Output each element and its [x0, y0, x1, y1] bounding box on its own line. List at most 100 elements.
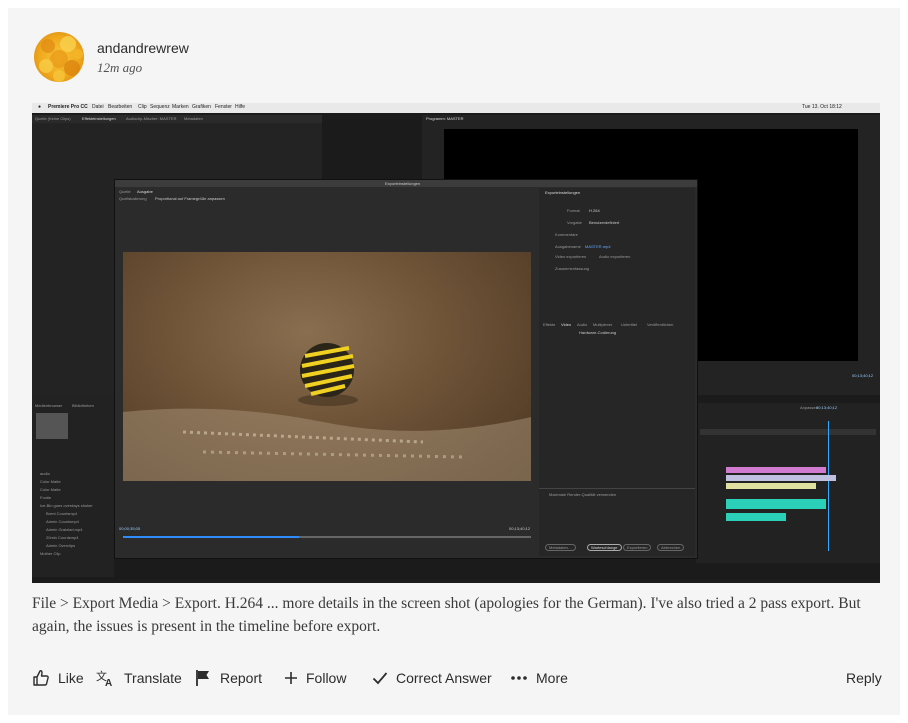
- export-button[interactable]: Exportieren: [623, 544, 652, 551]
- report-label: Report: [220, 670, 263, 686]
- max-quality-checkbox[interactable]: Maximale Render-Qualität verwenden: [549, 492, 616, 497]
- preset-select[interactable]: Benutzerdefiniert: [589, 220, 619, 225]
- dialog-tab-output[interactable]: Ausgabe: [137, 189, 153, 194]
- export-video-checkbox[interactable]: Video exportieren: [555, 254, 586, 259]
- timeline-clip[interactable]: [726, 467, 826, 473]
- more-button[interactable]: More: [510, 666, 568, 690]
- queue-button[interactable]: Warteschlange: [587, 544, 622, 551]
- reply-label: Reply: [846, 670, 882, 686]
- dialog-title: Exporteinstellungen: [385, 181, 421, 186]
- bin-item[interactable]: Color Matte: [40, 487, 61, 492]
- flag-icon: [196, 670, 209, 686]
- translate-button[interactable]: 文 A Translate: [96, 666, 182, 690]
- panel-tab: Metadaten: [184, 116, 203, 121]
- reply-button[interactable]: Reply: [846, 666, 882, 690]
- like-label: Like: [58, 670, 84, 686]
- panel-tab: Effekteinstellungen: [82, 116, 116, 121]
- menubar-item: Grafiken: [192, 104, 211, 110]
- timeline-playhead[interactable]: [828, 421, 829, 551]
- timeline-ruler: [700, 429, 876, 435]
- metadata-button[interactable]: Metadaten…: [545, 544, 576, 551]
- settings-header: Exporteinstellungen: [545, 190, 581, 195]
- video-preview: [123, 252, 531, 481]
- translate-icon: 文 A: [96, 669, 112, 687]
- timeline-audio-clip[interactable]: [726, 513, 786, 521]
- panel-tab: Audioclip-Mischer: MASTER: [126, 116, 177, 121]
- like-button[interactable]: Like: [32, 666, 84, 690]
- export-end-timecode: 00;13;40;12: [509, 526, 531, 531]
- menubar-item: Datei: [92, 104, 104, 110]
- menubar-item: Clip: [138, 104, 147, 110]
- timeline-fit-label: Anpassen: [800, 405, 818, 410]
- encoding-select[interactable]: Hardware-Codierung: [579, 330, 616, 335]
- timeline-audio-clip[interactable]: [726, 499, 826, 509]
- bin-item[interactable]: Admin Countsmp4: [46, 519, 79, 524]
- timeline-clip[interactable]: [726, 475, 836, 481]
- dialog-titlebar: Exporteinstellungen: [115, 180, 697, 187]
- settings-tab[interactable]: Effekte: [543, 322, 555, 327]
- settings-tab[interactable]: Untertitel: [621, 322, 637, 327]
- bin-item[interactable]: Admin Gratzlad.mp4: [46, 527, 82, 532]
- post-timestamp: 12m ago: [97, 60, 143, 75]
- more-label: More: [536, 670, 568, 686]
- menubar-item: Bearbeiten: [108, 104, 133, 110]
- svg-text:A: A: [105, 678, 112, 687]
- avatar-pattern: [39, 36, 83, 82]
- settings-tab[interactable]: Video: [561, 322, 571, 327]
- action-bar: Like 文 A Translate Report Follow Correct…: [32, 666, 882, 690]
- panel-tab-bar: [32, 115, 322, 123]
- follow-label: Follow: [306, 670, 347, 686]
- export-settings-panel: Exporteinstellungen Format H.264 Vorgabe…: [539, 188, 695, 556]
- cancel-button[interactable]: Abbrechen: [657, 544, 685, 551]
- menubar-item: Fenster: [215, 104, 232, 110]
- report-button[interactable]: Report: [194, 666, 262, 690]
- format-select[interactable]: H.264: [589, 208, 600, 213]
- export-start-timecode: 00;00;35;05: [119, 526, 141, 531]
- timeline-clip[interactable]: [726, 483, 816, 489]
- bin-item[interactable]: Footie: [40, 495, 51, 500]
- avatar[interactable]: [34, 32, 84, 82]
- export-range-bar[interactable]: [123, 536, 299, 538]
- export-audio-checkbox[interactable]: Audio exportieren: [599, 254, 630, 259]
- settings-divider: [539, 488, 695, 489]
- libraries-tab: Bibliotheken: [72, 403, 94, 408]
- bin-item[interactable]: Brent Countsmp4: [46, 511, 77, 516]
- output-name-link[interactable]: MASTER.mp4: [585, 244, 611, 249]
- dialog-tab-source[interactable]: Quelle: [119, 189, 131, 194]
- source-scaling-select[interactable]: Proportional auf Framegröße anpassen: [155, 196, 225, 201]
- mac-menubar: ● Premiere Pro CC Datei Bearbeiten Clip …: [32, 103, 880, 113]
- checkmark-icon: [372, 672, 388, 685]
- menubar-item: Marken: [172, 104, 189, 110]
- follow-button[interactable]: Follow: [284, 666, 346, 690]
- settings-tab[interactable]: Audio: [577, 322, 587, 327]
- video-frame-image: [123, 343, 531, 481]
- bin-item[interactable]: 20min Countsmp4: [46, 535, 78, 540]
- apple-icon: ●: [38, 104, 42, 110]
- bin-item[interactable]: Admin Overclips: [46, 543, 75, 548]
- bin-item[interactable]: Ice-Bin goes overdays shoker: [40, 503, 93, 508]
- settings-tab[interactable]: Multiplexer: [593, 322, 612, 327]
- menubar-item: Hilfe: [235, 104, 246, 110]
- preset-label: Vorgabe: [567, 220, 582, 225]
- settings-tab[interactable]: Veröffentlichen: [647, 322, 673, 327]
- bin-item[interactable]: Mother Clip: [40, 551, 60, 556]
- bin-item[interactable]: Color Matte: [40, 479, 61, 484]
- correct-answer-button[interactable]: Correct Answer: [372, 666, 492, 690]
- comments-label: Kommentare: [555, 232, 578, 237]
- summary-label: Zusammenfassung: [555, 266, 590, 271]
- export-range-track[interactable]: [299, 536, 531, 538]
- username[interactable]: andandrewrew: [97, 40, 189, 56]
- format-label: Format: [567, 208, 580, 213]
- program-label: Programm: MASTER: [426, 116, 464, 121]
- correct-answer-label: Correct Answer: [396, 670, 492, 686]
- menubar-item: Sequenz: [150, 104, 170, 110]
- menubar-app-name: Premiere Pro CC: [48, 104, 88, 110]
- bin-thumbnail: [36, 413, 68, 439]
- export-settings-dialog: Exporteinstellungen Quelle Ausgabe Quell…: [114, 179, 698, 559]
- ellipsis-icon: [511, 676, 527, 680]
- attached-screenshot[interactable]: ● Premiere Pro CC Datei Bearbeiten Clip …: [32, 103, 880, 583]
- menubar-clock: Tue 13. Oct 18:12: [802, 104, 842, 110]
- project-bin: Medienbrowser Bibliotheken audio Color M…: [32, 395, 114, 577]
- source-scaling-label: Quellskalierung: [119, 196, 147, 201]
- bin-item[interactable]: audio: [40, 471, 50, 476]
